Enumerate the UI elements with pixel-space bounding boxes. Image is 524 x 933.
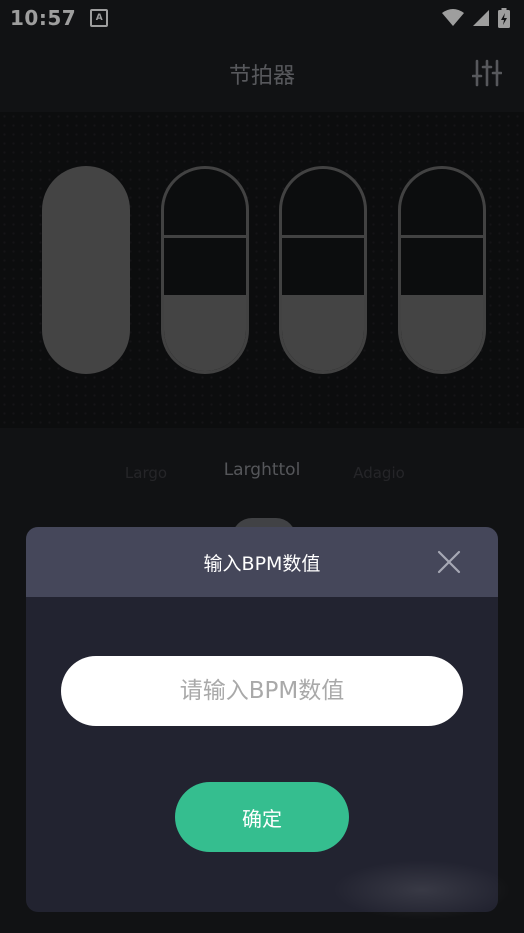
watermark bbox=[332, 860, 512, 920]
dialog-title: 输入BPM数值 bbox=[203, 552, 321, 575]
bpm-input-dialog: 输入BPM数值 确定 bbox=[26, 527, 498, 912]
dialog-header: 输入BPM数值 bbox=[26, 527, 498, 597]
bpm-input[interactable] bbox=[61, 656, 463, 726]
confirm-button[interactable]: 确定 bbox=[175, 782, 349, 852]
close-icon[interactable] bbox=[436, 549, 462, 575]
